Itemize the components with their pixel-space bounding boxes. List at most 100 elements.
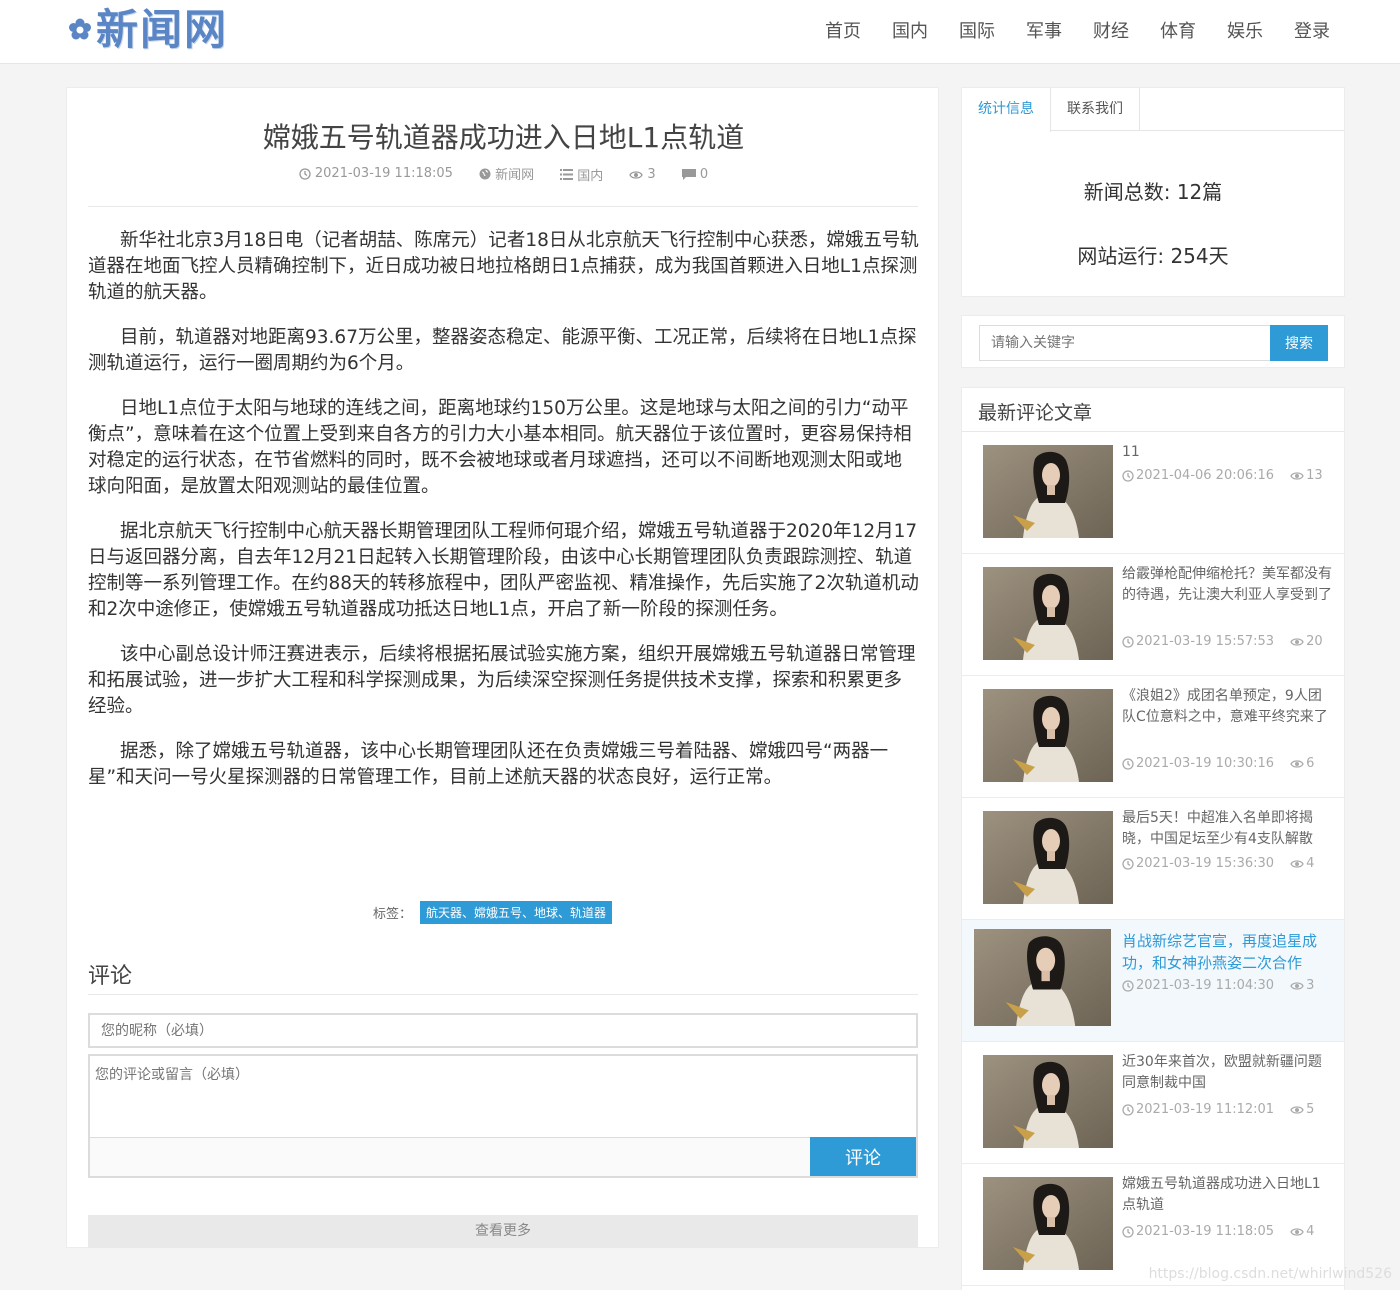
article-body: 新华社北京3月18日电（记者胡喆、陈席元）记者18日从北京航天飞行控制中心获悉，… (88, 228, 920, 810)
eye-icon (1290, 1105, 1304, 1114)
post-title[interactable]: 给霰弹枪配伸缩枪托？美军都没有的待遇，先让澳大利亚人享受到了 (1122, 564, 1332, 606)
nav-international[interactable]: 国际 (959, 18, 995, 46)
clock-icon (1122, 1103, 1134, 1116)
eye-icon (1290, 471, 1304, 480)
latest-post-item[interactable]: 肖战新综艺官宣，再度追星成功，和女神孙燕姿二次合作 2021-03-19 11:0… (962, 920, 1344, 1042)
post-thumbnail[interactable] (983, 1177, 1113, 1270)
post-thumbnail[interactable] (983, 689, 1113, 782)
comment-toolbar (90, 1137, 812, 1176)
stats-panel: 统计信息 联系我们 新闻总数: 12篇 网站运行: 254天 (961, 87, 1345, 297)
site-logo[interactable]: 新闻网 (66, 4, 228, 56)
globe-icon (479, 168, 491, 179)
article-title: 嫦娥五号轨道器成功进入日地L1点轨道 (262, 121, 745, 154)
post-title[interactable]: 近30年来首次，欧盟就新疆问题同意制裁中国 (1122, 1052, 1332, 1094)
clock-icon (1122, 757, 1134, 770)
eye-icon (1290, 637, 1304, 646)
tags-label: 标签： (373, 907, 413, 922)
post-views: 5 (1290, 1102, 1314, 1117)
meta-source: 新闻网 (479, 164, 534, 183)
nav-finance[interactable]: 财经 (1093, 18, 1129, 46)
latest-post-item[interactable]: 11 2021-04-06 20:06:16 13 (962, 432, 1344, 554)
nav-domestic[interactable]: 国内 (892, 18, 928, 46)
post-thumbnail[interactable] (983, 445, 1113, 538)
paragraph: 日地L1点位于太阳与地球的连线之间，距离地球约150万公里。这是地球与太阳之间的… (88, 398, 912, 497)
tab-stats[interactable]: 统计信息 (962, 88, 1051, 132)
post-thumbnail[interactable] (974, 929, 1111, 1026)
comment-textarea[interactable] (90, 1056, 916, 1136)
search-button[interactable]: 搜索 (1270, 325, 1328, 361)
post-time: 2021-03-19 11:12:01 (1136, 1102, 1275, 1117)
comment-divider (88, 994, 918, 995)
post-meta: 2021-03-19 10:30:16 6 (1122, 756, 1314, 771)
post-thumbnail[interactable] (983, 811, 1113, 904)
portrait-image (983, 811, 1113, 904)
load-more-button[interactable]: 查看更多 (88, 1215, 918, 1248)
post-time: 2021-04-06 20:06:16 (1136, 468, 1275, 483)
latest-post-item[interactable]: 最后5天！中超准入名单即将揭晓，中国足坛至少有4支队解散 2021-03-19 1… (962, 798, 1344, 920)
post-title[interactable]: 《浪姐2》成团名单预定，9人团队C位意料之中，意难平终究来了 (1122, 686, 1332, 728)
post-views: 4 (1290, 1224, 1314, 1239)
paragraph: 据北京航天飞行控制中心航天器长期管理团队工程师何琨介绍，嫦娥五号轨道器于2020… (88, 521, 919, 620)
post-meta: 2021-03-19 11:12:01 5 (1122, 1102, 1314, 1117)
clock-icon (1122, 469, 1134, 482)
eye-icon (629, 170, 644, 179)
portrait-image (983, 1177, 1113, 1270)
portrait-image (983, 567, 1113, 660)
post-views: 6 (1290, 756, 1314, 771)
post-views-count: 20 (1306, 634, 1323, 649)
eye-icon (1290, 859, 1304, 868)
article-tags: 标签： 航天器、嫦娥五号、地球、轨道器 (373, 901, 613, 924)
post-title[interactable]: 嫦娥五号轨道器成功进入日地L1点轨道 (1122, 1174, 1332, 1216)
post-views: 4 (1290, 856, 1314, 871)
tag-badge[interactable]: 航天器、嫦娥五号、地球、轨道器 (420, 901, 613, 924)
meta-date: 2021-03-19 11:18:05 (299, 166, 453, 181)
post-views-count: 3 (1306, 978, 1315, 993)
nav-entertainment[interactable]: 娱乐 (1227, 18, 1263, 46)
main-nav: 首页 国内 国际 军事 财经 体育 娱乐 登录 (794, 18, 1330, 46)
post-time: 2021-03-19 11:04:30 (1136, 978, 1275, 993)
post-time: 2021-03-19 15:36:30 (1136, 856, 1275, 871)
nav-sports[interactable]: 体育 (1160, 18, 1196, 46)
post-views: 3 (1290, 978, 1314, 993)
paragraph: 目前，轨道器对地距离93.67万公里，整器姿态稳定、能源平衡、工况正常，后续将在… (88, 327, 917, 374)
latest-post-item[interactable]: 近30年来首次，欧盟就新疆问题同意制裁中国 2021-03-19 11:12:01… (962, 1042, 1344, 1164)
post-title[interactable]: 最后5天！中超准入名单即将揭晓，中国足坛至少有4支队解散 (1122, 808, 1332, 850)
portrait-image (983, 689, 1113, 782)
post-meta: 2021-03-19 11:18:05 4 (1122, 1224, 1314, 1239)
eye-icon (1290, 759, 1304, 768)
post-thumbnail[interactable] (983, 1055, 1113, 1148)
meta-category[interactable]: 国内 (560, 165, 603, 184)
clock-icon (299, 167, 311, 180)
paragraph: 该中心副总设计师汪赛进表示，后续将根据拓展试验实施方案，组织开展嫦娥五号轨道器日… (88, 644, 916, 717)
post-views-count: 13 (1306, 468, 1323, 483)
nav-military[interactable]: 军事 (1026, 18, 1062, 46)
submit-comment-button[interactable]: 评论 (810, 1137, 916, 1176)
tab-contact[interactable]: 联系我们 (1051, 88, 1140, 131)
nickname-input[interactable] (88, 1013, 918, 1048)
clock-icon (1122, 857, 1134, 870)
top-header: 新闻网 首页 国内 国际 军事 财经 体育 娱乐 登录 (0, 0, 1400, 64)
post-time: 2021-03-19 10:30:16 (1136, 756, 1275, 771)
portrait-image (983, 1055, 1113, 1148)
logo-text: 新闻网 (96, 5, 229, 54)
paragraph: 据悉，除了嫦娥五号轨道器，该中心长期管理团队还在负责嫦娥三号着陆器、嫦娥四号“两… (88, 741, 889, 788)
flower-icon (69, 18, 91, 40)
portrait-image (983, 445, 1113, 538)
post-views-count: 4 (1306, 856, 1315, 871)
post-views-count: 4 (1306, 1224, 1315, 1239)
nav-home[interactable]: 首页 (825, 18, 861, 46)
clock-icon (1122, 635, 1134, 648)
post-title[interactable]: 11 (1122, 442, 1332, 463)
eye-icon (1290, 981, 1304, 990)
post-title[interactable]: 肖战新综艺官宣，再度追星成功，和女神孙燕姿二次合作 (1122, 930, 1332, 974)
stats-tabs: 统计信息 联系我们 (962, 88, 1344, 132)
latest-title: 最新评论文章 (978, 402, 1093, 424)
post-time: 2021-03-19 11:18:05 (1136, 1224, 1275, 1239)
latest-post-item[interactable]: 《浪姐2》成团名单预定，9人团队C位意料之中，意难平终究来了 2021-03-19… (962, 676, 1344, 798)
search-input[interactable] (979, 325, 1271, 361)
post-meta: 2021-03-19 11:04:30 3 (1122, 978, 1314, 993)
latest-post-item[interactable]: 给霰弹枪配伸缩枪托？美军都没有的待遇，先让澳大利亚人享受到了 2021-03-19… (962, 554, 1344, 676)
list-icon (560, 168, 574, 180)
post-thumbnail[interactable] (983, 567, 1113, 660)
nav-login[interactable]: 登录 (1294, 18, 1330, 46)
